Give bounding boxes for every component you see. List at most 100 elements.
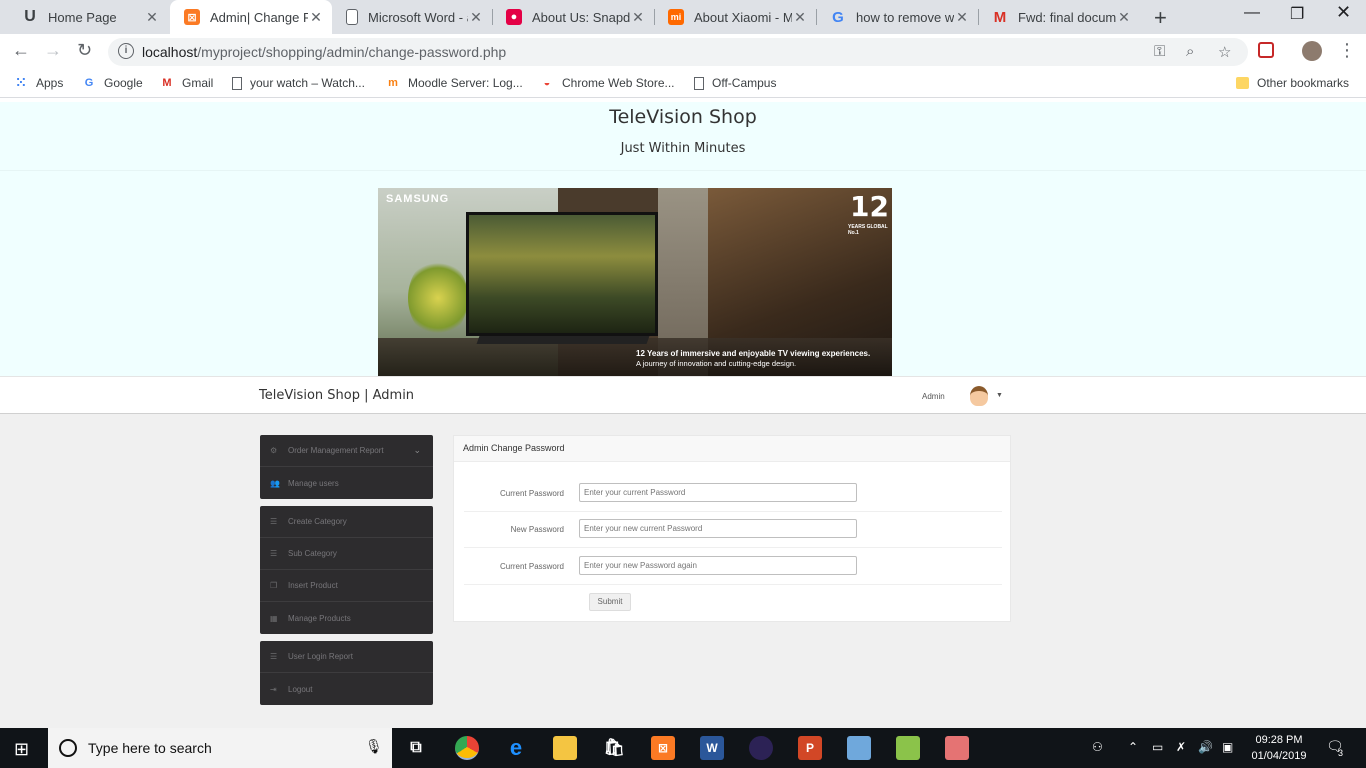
zoom-icon[interactable]: ⌕ [1186,43,1194,60]
sidebar-item-sub-category[interactable]: ☰ Sub Category [260,538,433,570]
tab-separator [654,9,655,25]
battery-icon[interactable]: ▭ [1152,740,1163,754]
chevron-down-icon[interactable]: ⌄ [413,445,421,456]
url-text[interactable]: localhost/myproject/shopping/admin/chang… [142,44,506,60]
bookmark-gmail[interactable]: M Gmail [160,76,213,90]
sidebar-item-label: Order Management Report [288,446,384,455]
tab-title: Microsoft Word - a [368,9,468,25]
sidebar-item-manage-users[interactable]: 👥 Manage users [260,467,433,499]
store-icon[interactable]: 🛍 [602,736,626,760]
new-tab-icon[interactable]: + [1154,5,1167,31]
chrome-icon[interactable] [455,736,479,760]
tab-gmail[interactable]: M Fwd: final docume ✕ [978,0,1140,34]
users-icon: 👥 [270,478,280,488]
xampp-icon[interactable]: ⊠ [651,736,675,760]
sidebar-item-manage-products[interactable]: ▦ Manage Products [260,602,433,634]
new-password-field[interactable] [579,519,857,538]
bookmark-moodle[interactable]: m Moodle Server: Log... [386,76,523,90]
tab-title: Admin| Change Pa [210,9,308,25]
taskbar-search-box[interactable]: Type here to search 🎙 [48,728,392,768]
close-icon[interactable]: ✕ [630,9,646,26]
tab-title: About Us: Snapde [532,9,630,25]
admin-brand[interactable]: TeleVision Shop | Admin [259,388,414,403]
extension-icon[interactable] [1258,42,1274,58]
edge-icon[interactable]: e [504,735,528,760]
banner-brand-logo: SAMSUNG [386,193,450,205]
sidebar-item-label: User Login Report [288,652,353,661]
close-icon[interactable]: ✕ [468,9,484,26]
sidebar-item-user-login-report[interactable]: ☰ User Login Report [260,641,433,673]
bookmark-off-campus[interactable]: Off-Campus [694,76,776,90]
confirm-password-field[interactable] [579,556,857,575]
cube-app-icon[interactable] [847,736,871,760]
restore-icon[interactable]: ❐ [1290,4,1304,24]
close-icon[interactable]: ✕ [144,9,160,26]
chevron-up-icon[interactable]: ⌃ [1128,740,1138,754]
people-icon[interactable]: ⚇ [1092,740,1103,754]
current-password-row: Current Password [464,476,1002,512]
tab-admin-change-password[interactable]: ⊠ Admin| Change Pa ✕ [170,0,332,34]
admin-user-label[interactable]: Admin [922,392,945,401]
sidebar-item-insert-product[interactable]: ❐ Insert Product [260,570,433,602]
address-bar[interactable]: i localhost/myproject/shopping/admin/cha… [108,38,1248,66]
forward-icon[interactable]: → [44,40,62,61]
info-icon[interactable]: i [118,43,134,59]
app-icon[interactable] [945,736,969,760]
word-icon[interactable]: W [700,736,724,760]
close-icon[interactable]: ✕ [1116,9,1132,26]
windows-start-icon[interactable]: ⊞ [14,739,29,760]
close-icon[interactable]: ✕ [792,9,808,26]
network-icon[interactable]: ✗ [1176,740,1186,754]
tab-snapdeal[interactable]: ● About Us: Snapde ✕ [492,0,654,34]
menu-icon[interactable]: ⋮ [1338,40,1356,61]
caret-down-icon[interactable]: ▼ [996,392,1003,399]
tab-google-search[interactable]: G how to remove wa ✕ [816,0,978,34]
copy-icon: ❐ [270,581,278,590]
bookmark-apps[interactable]: ⁙ Apps [14,75,64,90]
banner-tv [466,212,658,336]
bookmark-label: Google [104,76,143,90]
antivirus-icon[interactable]: ▣ [1222,740,1233,754]
tab-home-page[interactable]: U Home Page ✕ [8,0,168,34]
key-icon[interactable]: ⚿ [1154,43,1165,60]
avatar[interactable] [970,386,988,406]
menu-group: ⚙ Order Management Report ⌄ 👥 Manage use… [260,435,433,499]
file-explorer-icon[interactable] [553,736,577,760]
taskbar-clock[interactable]: 09:28 PM 01/04/2019 [1244,732,1314,764]
chart-app-icon[interactable] [896,736,920,760]
profile-avatar[interactable] [1302,41,1322,61]
task-view-icon[interactable]: ⧉ [404,736,428,760]
sidebar-item-order-management-report[interactable]: ⚙ Order Management Report ⌄ [260,435,433,467]
tab-microsoft-word[interactable]: Microsoft Word - a ✕ [332,0,492,34]
new-password-row: New Password [464,512,1002,548]
microphone-icon[interactable]: 🎙 [365,738,383,755]
banner-badge-text: YEARS GLOBAL No.1 [848,224,888,236]
other-bookmarks[interactable]: Other bookmarks [1236,76,1349,90]
eclipse-icon[interactable] [749,736,773,760]
tab-xiaomi[interactable]: mi About Xiaomi - Mi ✕ [654,0,816,34]
browser-toolbar: ← → ↻ i localhost/myproject/shopping/adm… [0,34,1366,70]
close-icon[interactable]: ✕ [308,9,324,26]
powerpoint-icon[interactable]: P [798,736,822,760]
bookmark-chrome-web-store[interactable]: ◒ Chrome Web Store... [540,76,675,90]
window-close-icon[interactable]: ✕ [1336,2,1351,23]
volume-icon[interactable]: 🔊 [1198,740,1213,754]
bookmark-google[interactable]: G Google [82,76,143,90]
bookmark-star-icon[interactable]: ☆ [1218,43,1231,61]
gmail-icon: M [162,77,172,89]
new-password-label: New Password [510,525,564,534]
submit-button[interactable]: Submit [589,593,631,611]
logout-icon: ⇥ [270,684,277,694]
sidebar-item-logout[interactable]: ⇥ Logout [260,673,433,705]
minimize-icon[interactable]: — [1244,4,1260,22]
bookmark-label: Gmail [182,76,214,90]
back-icon[interactable]: ← [12,40,30,61]
close-icon[interactable]: ✕ [954,9,970,26]
admin-sidebar: ⚙ Order Management Report ⌄ 👥 Manage use… [260,435,433,712]
reload-icon[interactable]: ↻ [77,40,92,61]
current-password-field[interactable] [579,483,857,502]
sidebar-item-create-category[interactable]: ☰ Create Category [260,506,433,538]
bookmark-your-watch[interactable]: your watch – Watch... [232,76,365,90]
list-icon: ☰ [270,652,278,661]
xampp-icon: ⊠ [184,9,200,25]
